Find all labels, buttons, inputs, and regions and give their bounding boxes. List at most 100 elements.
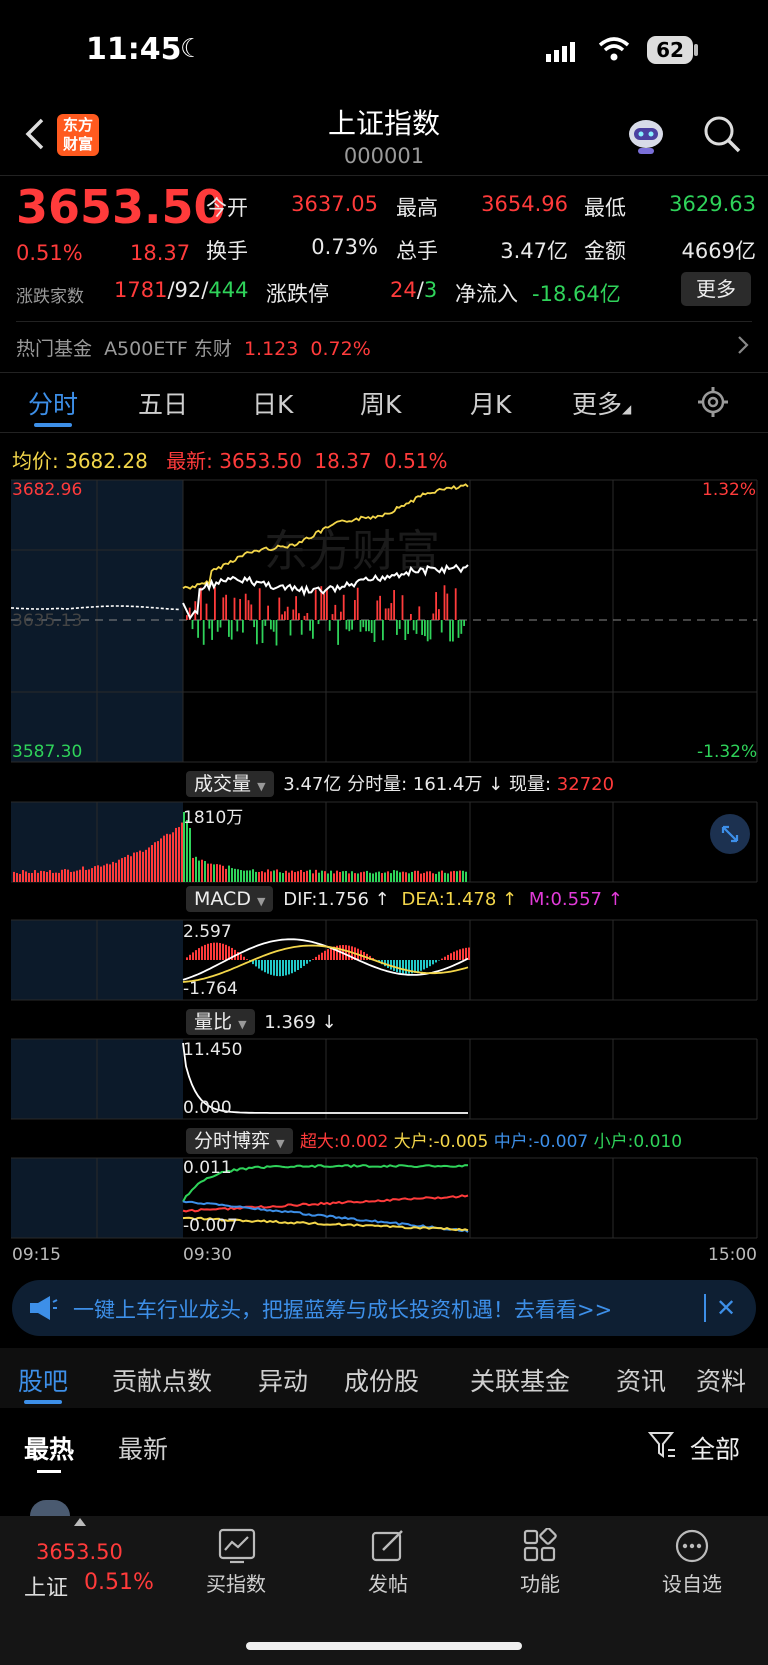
volume-bar [49,870,51,882]
volume-bar [19,873,21,882]
volume-bar [25,871,27,882]
fund-flow-bar [415,620,418,634]
tab-constituents[interactable]: 成份股 [344,1362,419,1398]
tab-monthly-k[interactable]: 月K [470,385,511,421]
close-icon[interactable]: ✕ [716,1294,736,1322]
game-small: 小户:0.010 [593,1132,683,1152]
add-watchlist-button[interactable]: 设自选 [642,1568,742,1597]
search-icon[interactable] [702,114,742,154]
volume-bar [294,872,296,882]
grid-apps-icon[interactable] [522,1527,558,1564]
volume-bar [465,871,467,882]
hot-fund-price: 1.123 [243,338,299,360]
fund-flow-bar [300,620,303,635]
subtab-new[interactable]: 最新 [118,1430,168,1466]
banner-text[interactable]: 一键上车行业龙头，把握蓝筹与成长投资机遇！去看看>> [73,1294,612,1324]
macd-bar [213,942,215,960]
volume-bar [306,870,308,882]
tab-guba[interactable]: 股吧 [18,1362,68,1398]
game-chip[interactable]: 分时博弈 ▼ [186,1128,293,1154]
volume-bar [321,870,323,882]
limit-down: 3 [423,278,438,302]
chart-trend-icon[interactable] [218,1528,256,1564]
turnover-label: 换手 [206,239,248,263]
subtab-hot[interactable]: 最热 [24,1430,74,1466]
fund-flow-bar [298,613,300,620]
hot-fund-row[interactable]: 热门基金 A500ETF 东财 1.123 0.72% [16,334,371,361]
macd-bar [291,960,293,974]
macd-bar [261,960,263,971]
volume-bar [136,852,138,882]
tab-more[interactable]: 更多◢ [572,385,631,421]
tab-daily-k[interactable]: 日K [252,385,293,421]
volume-bar [79,869,81,882]
settings-gear-icon[interactable] [697,386,729,418]
macd-header: MACD ▼ DIF:1.756 ↑ DEA:1.478 ↑ M:0.557 ↑ [186,886,623,912]
macd-chip[interactable]: MACD ▼ [186,886,274,912]
volume-bar [55,872,57,882]
filter-all[interactable]: 全部 [690,1430,740,1466]
fund-flow-bar [323,593,325,620]
filter-icon[interactable] [647,1430,676,1460]
volume-chart [11,801,758,883]
volume-bar [70,871,72,882]
hot-fund-name: A500ETF 东财 [104,338,232,360]
tab-weekly-k[interactable]: 周K [360,385,401,421]
volume-bar [28,872,30,882]
tab-movement[interactable]: 异动 [258,1362,308,1398]
fund-flow-bar [205,603,208,620]
bottom-pct[interactable]: 0.51% [84,1570,154,1595]
expand-icon[interactable] [710,814,750,854]
volume-bar [375,872,377,882]
post-avatar[interactable] [30,1500,70,1516]
tab-intraday[interactable]: 分时 [28,385,78,421]
macd-bar [189,954,191,960]
buy-index-button[interactable]: 买指数 [186,1568,286,1597]
volume-bar [160,838,162,882]
volume-bar [225,868,227,882]
volume-bar [288,872,290,882]
header-divider [0,175,768,176]
tab-more-label: 更多 [572,390,623,419]
volume-chip[interactable]: 成交量 ▼ [186,771,274,797]
fund-flow-bar [443,585,446,620]
edit-post-icon[interactable] [370,1528,406,1564]
fund-flow-bar [242,620,244,633]
macd-bar [285,960,287,976]
tab-related-funds[interactable]: 关联基金 [470,1362,570,1398]
tab-5day[interactable]: 五日 [138,385,188,421]
chevron-right-icon[interactable] [736,334,750,356]
volume-bar [339,872,341,882]
open-label: 今开 [206,196,248,220]
tab-profile[interactable]: 资料 [696,1362,746,1398]
banner-divider [704,1294,706,1322]
macd-bar [453,951,455,960]
functions-button[interactable]: 功能 [490,1568,590,1597]
macd-bar [312,959,314,960]
post-button[interactable]: 发帖 [338,1568,438,1597]
fund-flow-bar [312,620,314,639]
tab-news[interactable]: 资讯 [616,1362,666,1398]
ratio-chip[interactable]: 量比 ▼ [186,1009,255,1035]
volume-bar [297,871,299,882]
volume-bar [372,873,374,882]
fund-flow-bar [356,587,359,620]
bottom-price[interactable]: 3653.50 [36,1540,123,1564]
fund-flow-bar [214,587,216,620]
more-button[interactable]: 更多 [681,272,751,306]
tab-contribution[interactable]: 贡献点数 [112,1362,212,1398]
fund-flow-bar [382,620,384,641]
macd-bar [264,960,266,973]
change-pct: 0.51% [16,241,83,265]
fund-flow-bar [342,594,345,620]
ratio-value: 1.369 ↓ [264,1012,337,1033]
volume-bar [97,865,99,882]
bottom-index-name[interactable]: 上证 [24,1570,68,1602]
macd-bar [399,960,401,973]
intraday-chart[interactable]: 东方财富 [0,478,768,764]
hot-fund-label: 热门基金 [16,338,93,360]
more-dots-icon[interactable] [674,1528,710,1564]
robot-icon[interactable] [624,114,668,156]
fund-flow-bar [454,588,457,620]
volume-bar [456,871,458,882]
